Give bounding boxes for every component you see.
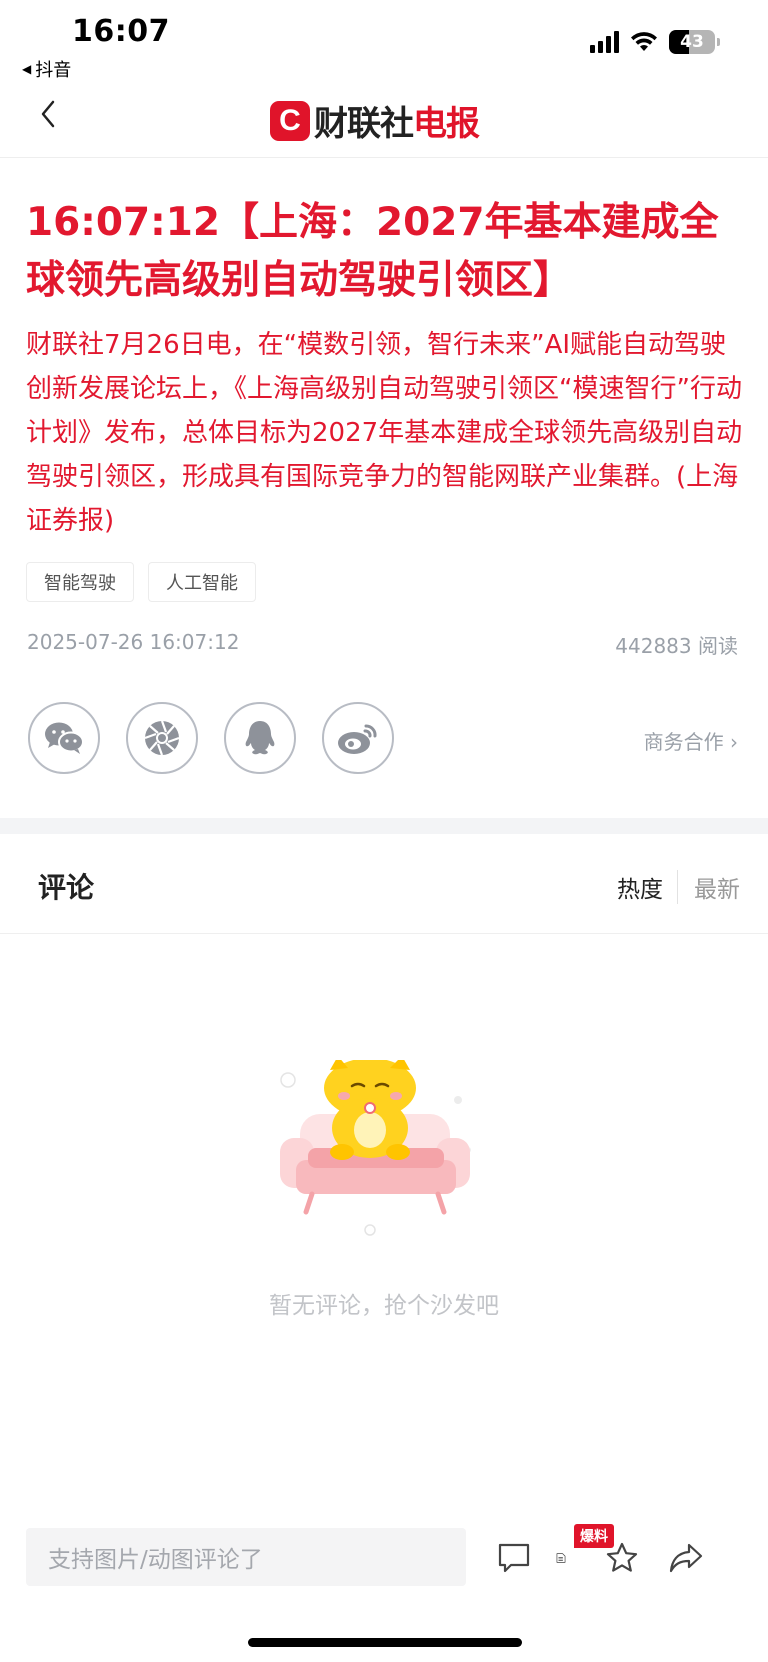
share-button[interactable] bbox=[668, 1540, 704, 1576]
section-divider bbox=[0, 818, 768, 834]
share-wechat-button[interactable] bbox=[28, 702, 100, 774]
comment-bubble-icon bbox=[498, 1543, 530, 1573]
nav-bar: C 财联社电报 bbox=[0, 82, 768, 158]
wifi-icon bbox=[631, 32, 657, 51]
empty-comments-text: 暂无评论，抢个沙发吧 bbox=[269, 1293, 499, 1319]
favorite-button[interactable] bbox=[604, 1540, 640, 1576]
article-body: 财联社7月26日电，在“模数引领，智行未来”AI赋能自动驾驶创新发展论坛上，《上… bbox=[26, 330, 743, 536]
document-icon bbox=[556, 1553, 566, 1563]
share-qq-button[interactable] bbox=[224, 702, 296, 774]
comment-input[interactable]: 支持图片/动图评论了 bbox=[26, 1528, 466, 1586]
comment-button[interactable] bbox=[496, 1540, 532, 1576]
baoliao-button[interactable] bbox=[530, 1540, 566, 1576]
tag-item[interactable]: 人工智能 bbox=[148, 562, 256, 602]
tag-item[interactable]: 智能驾驶 bbox=[26, 562, 134, 602]
tab-sort-new[interactable]: 最新 bbox=[678, 870, 740, 904]
logo-text-red: 电报 bbox=[413, 104, 480, 144]
publish-date: 2025-07-26 16:07:12 bbox=[27, 630, 240, 654]
comments-title: 评论 bbox=[38, 871, 95, 904]
back-to-app-link[interactable]: ◀ 抖音 bbox=[22, 56, 71, 82]
battery-cap bbox=[717, 38, 720, 46]
business-cooperation-link[interactable]: 商务合作 › bbox=[644, 726, 738, 755]
back-triangle-icon: ◀ bbox=[22, 62, 32, 76]
comment-sort-tabs: 热度 最新 bbox=[617, 870, 740, 904]
cellular-signal-icon bbox=[590, 31, 619, 53]
back-button[interactable] bbox=[30, 96, 66, 132]
star-icon bbox=[606, 1542, 638, 1572]
tag-list: 智能驾驶 人工智能 bbox=[26, 562, 256, 602]
logo-text: 财联社电报 bbox=[314, 96, 480, 145]
weibo-icon bbox=[338, 724, 377, 754]
share-arrow-icon bbox=[669, 1543, 703, 1573]
bottom-action-bar: 爆料 bbox=[496, 1524, 746, 1586]
share-moments-button[interactable] bbox=[126, 702, 198, 774]
back-app-label: 抖音 bbox=[35, 60, 72, 81]
battery-percent: 43 bbox=[680, 32, 704, 52]
logo-mark: C bbox=[270, 100, 310, 141]
share-row bbox=[28, 702, 394, 774]
status-bar: 16:07 ◀ 抖音 43 bbox=[0, 0, 768, 82]
logo-text-black: 财联社 bbox=[314, 104, 414, 144]
moments-icon bbox=[144, 720, 180, 756]
chevron-left-icon bbox=[41, 100, 55, 128]
article-title: 16:07:12【上海：2027年基本建成全球领先高级别自动驾驶引领区】 bbox=[26, 200, 719, 303]
tab-sort-hot[interactable]: 热度 bbox=[617, 870, 678, 904]
status-time: 16:07 bbox=[72, 14, 170, 49]
comments-header: 评论 热度 最新 bbox=[0, 834, 768, 934]
qq-icon bbox=[245, 721, 275, 755]
read-count: 442883 阅读 bbox=[615, 634, 738, 658]
wechat-icon bbox=[45, 722, 84, 754]
empty-comments-illustration bbox=[280, 1060, 471, 1236]
app-logo: C 财联社电报 bbox=[270, 96, 480, 145]
battery-icon: 43 bbox=[669, 30, 715, 54]
share-weibo-button[interactable] bbox=[322, 702, 394, 774]
home-indicator bbox=[248, 1638, 522, 1647]
status-icons: 43 bbox=[590, 30, 720, 54]
